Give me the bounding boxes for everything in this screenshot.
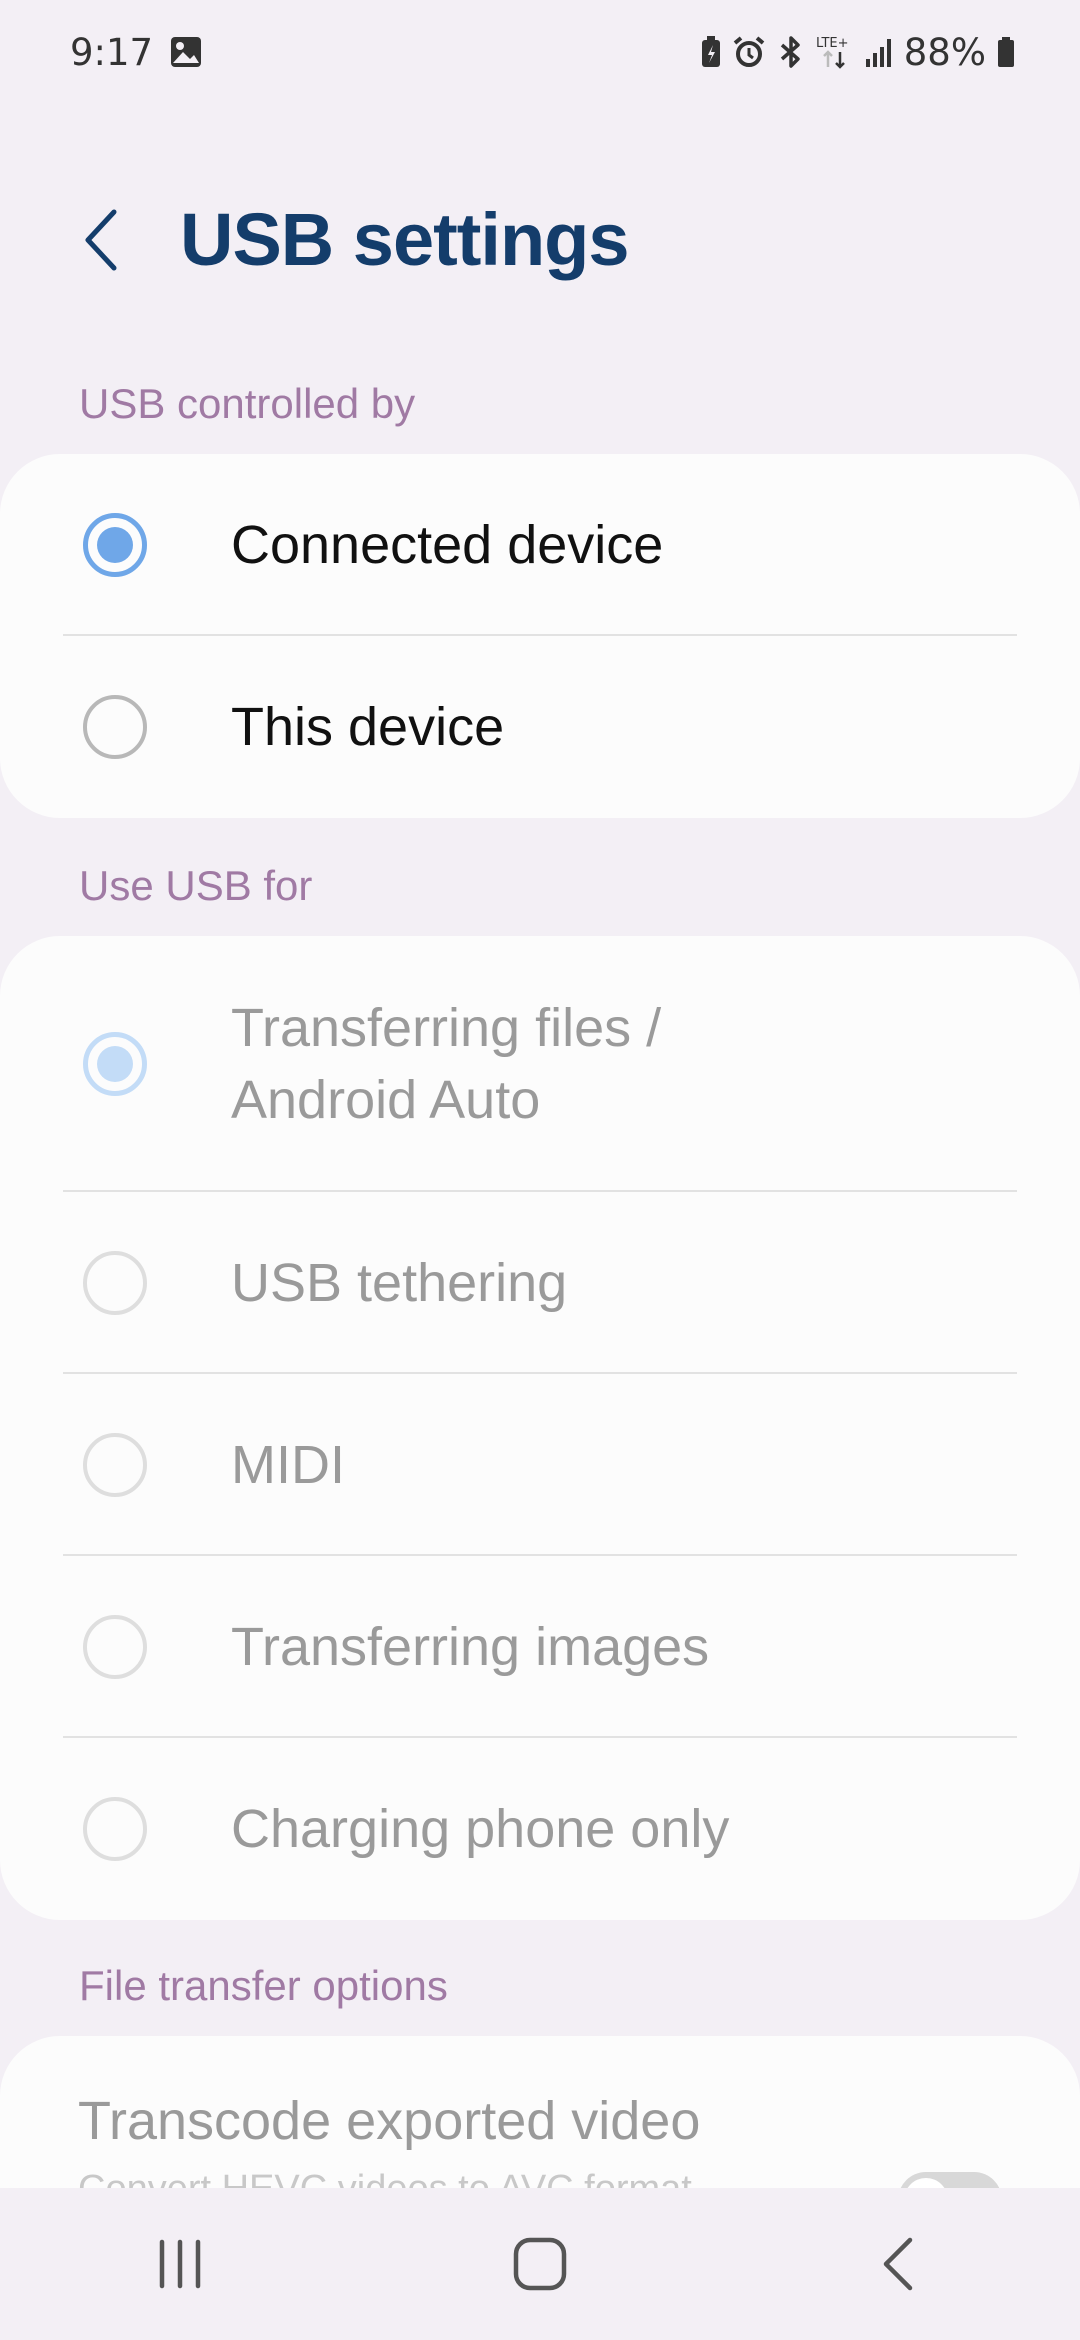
- option-charging-phone-only[interactable]: Charging phone only: [0, 1738, 1080, 1920]
- recents-button[interactable]: [100, 2204, 260, 2324]
- gallery-icon: [171, 37, 202, 67]
- section-label-file-transfer-options: File transfer options: [79, 1962, 448, 2009]
- app-bar: USB settings: [0, 190, 1080, 290]
- file-transfer-card: Transcode exported video Convert HEVC vi…: [0, 2036, 1080, 2188]
- transcode-row[interactable]: Transcode exported video Convert HEVC vi…: [0, 2036, 1080, 2188]
- option-label: Connected device: [231, 515, 664, 575]
- option-label: Charging phone only: [231, 1799, 730, 1859]
- option-label: Transferring files / Android Auto: [231, 992, 951, 1136]
- home-button[interactable]: [460, 2204, 620, 2324]
- controlled-by-card: Connected device This device: [0, 454, 1080, 818]
- signal-icon: [865, 39, 891, 67]
- radio-button[interactable]: [83, 1433, 147, 1497]
- svg-text:LTE+: LTE+: [816, 36, 849, 51]
- page-title: USB settings: [180, 198, 630, 281]
- transcode-subtitle: Convert HEVC videos to AVC format: [78, 2168, 692, 2188]
- use-usb-for-card: Transferring files / Android Auto USB te…: [0, 936, 1080, 1920]
- alarm-icon: [733, 36, 765, 67]
- option-connected-device[interactable]: Connected device: [0, 454, 1080, 636]
- option-transferring-images[interactable]: Transferring images: [0, 1556, 1080, 1738]
- radio-button-selected[interactable]: [83, 513, 147, 577]
- option-transferring-files[interactable]: Transferring files / Android Auto: [0, 936, 1080, 1192]
- option-label: USB tethering: [231, 1253, 568, 1313]
- recents-icon: [159, 2239, 201, 2289]
- radio-button[interactable]: [83, 1797, 147, 1861]
- section-label-controlled-by: USB controlled by: [79, 380, 416, 427]
- option-label: Transferring images: [231, 1617, 710, 1677]
- status-time: 9:17: [70, 30, 154, 74]
- navigation-bar: [0, 2188, 1080, 2340]
- battery-icon: [998, 37, 1014, 67]
- back-icon: [883, 2237, 913, 2291]
- option-label-line1: Transferring files /: [231, 998, 662, 1058]
- option-midi[interactable]: MIDI: [0, 1374, 1080, 1556]
- radio-button[interactable]: [83, 695, 147, 759]
- option-label: MIDI: [231, 1435, 345, 1495]
- option-this-device[interactable]: This device: [0, 636, 1080, 818]
- radio-button-selected[interactable]: [83, 1032, 147, 1096]
- battery-percent: 88%: [903, 30, 986, 74]
- battery-saver-icon: [701, 36, 720, 67]
- status-bar: 9:17 LTE+ 88%: [0, 0, 1080, 104]
- transcode-title: Transcode exported video: [78, 2091, 701, 2151]
- option-usb-tethering[interactable]: USB tethering: [0, 1192, 1080, 1374]
- transcode-toggle[interactable]: [898, 2172, 1002, 2188]
- bluetooth-icon: [780, 36, 800, 68]
- back-nav-button[interactable]: [820, 2204, 980, 2324]
- option-label: This device: [231, 697, 505, 757]
- back-button[interactable]: [70, 198, 134, 282]
- lte-plus-icon: LTE+: [816, 36, 849, 69]
- section-label-use-usb-for: Use USB for: [79, 862, 313, 909]
- home-icon: [513, 2237, 567, 2291]
- chevron-left-icon: [85, 209, 117, 271]
- radio-button[interactable]: [83, 1251, 147, 1315]
- option-label-line2: Android Auto: [231, 1070, 541, 1130]
- radio-button[interactable]: [83, 1615, 147, 1679]
